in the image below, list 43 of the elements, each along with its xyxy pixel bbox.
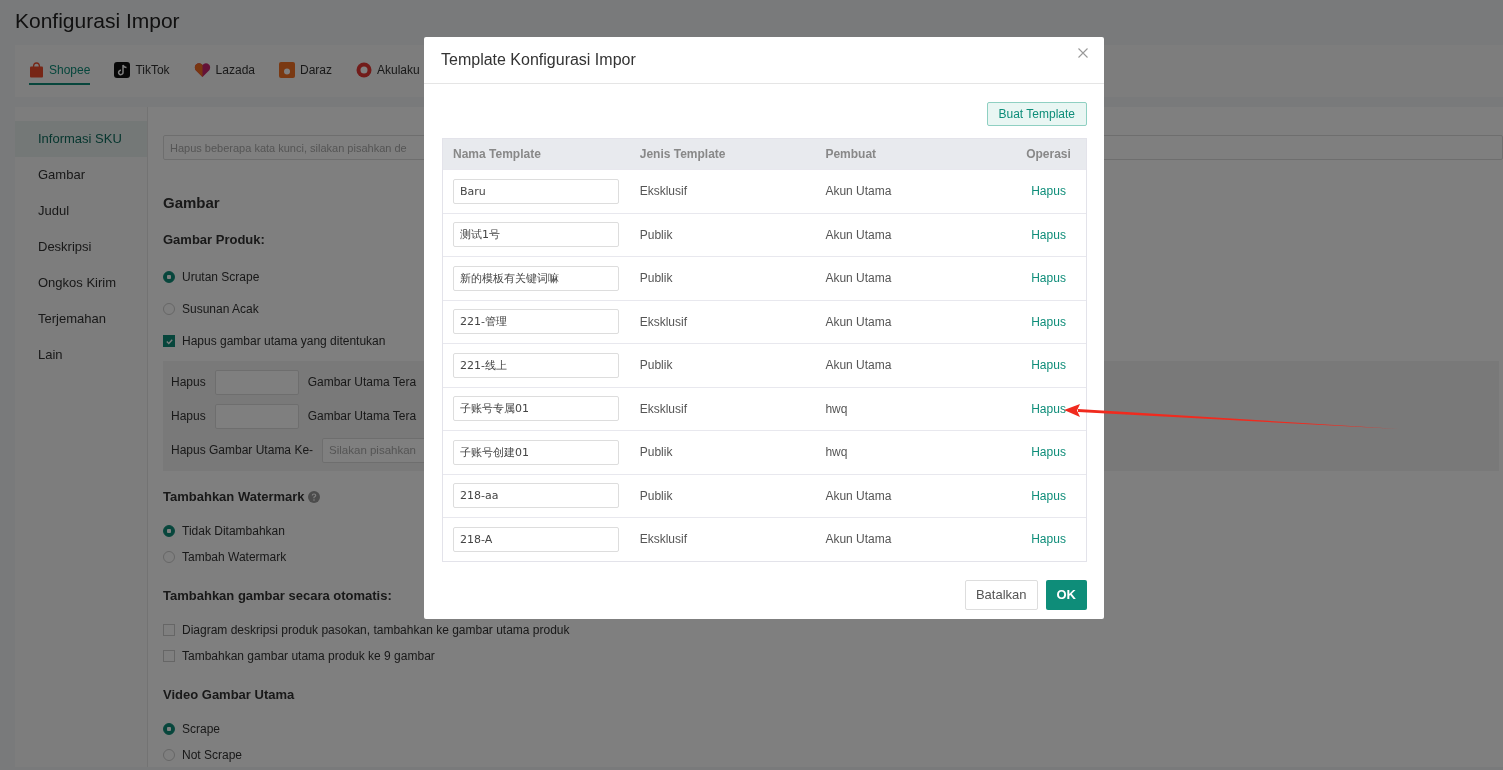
table-cell-text: hwq [825, 445, 849, 460]
option-label: Urutan Scrape [182, 270, 260, 284]
field-label: Gambar Utama Tera [307, 409, 417, 423]
option-label: Scrape [182, 722, 221, 736]
table-cell-text: Akun Utama [825, 314, 893, 329]
option-label: Diagram deskripsi produk pasokan, tambahkan ke gambar utama produk [182, 623, 570, 637]
column-header: Pembuat [825, 147, 878, 161]
field-label: Hapus [171, 375, 206, 389]
option-label: Susunan Acak [182, 302, 259, 316]
table-cell-text: Akun Utama [825, 488, 893, 503]
table-cell-text: Akun Utama [825, 227, 893, 242]
field-label: Hapus [171, 409, 206, 423]
field-label: Gambar Utama Tera [307, 375, 417, 389]
option-label: Tambah Watermark [182, 550, 287, 564]
section-title: Gambar [163, 194, 221, 213]
table-cell-text: Akun Utama [825, 184, 893, 199]
column-header: Operasi [1025, 147, 1072, 161]
table-cell-text: Akun Utama [825, 271, 893, 286]
table-cell-text: Eksklusif [639, 184, 689, 199]
column-header: Nama Template [452, 147, 542, 161]
option-label: Not Scrape [182, 748, 243, 762]
table-cell-text: Publik [639, 488, 674, 503]
field-label: Tambahkan gambar secara otomatis: [163, 588, 392, 604]
table-cell-text: Publik [639, 358, 674, 373]
field-label: Video Gambar Utama [163, 687, 295, 703]
field-label: Gambar Produk: [163, 232, 265, 248]
table-cell-text: Publik [639, 445, 674, 460]
table-cell-text: hwq [825, 401, 849, 416]
dialog-title: Template Konfigurasi Impor [441, 51, 636, 69]
option-label: Tambahkan gambar utama produk ke 9 gambar [182, 649, 435, 663]
table-cell-text: Eksklusif [639, 532, 689, 547]
table-cell-text: Akun Utama [825, 358, 893, 373]
table-cell-text: Eksklusif [639, 401, 689, 416]
page-title: Konfigurasi Impor [14, 8, 181, 34]
field-label: Hapus Gambar Utama Ke- [171, 443, 314, 457]
column-header: Jenis Template [639, 147, 727, 161]
option-label: Tidak Ditambahkan [182, 524, 285, 538]
table-cell-text: Akun Utama [825, 532, 893, 547]
field-label: Tambahkan Watermark [163, 489, 305, 505]
option-label: Hapus gambar utama yang ditentukan [182, 334, 386, 348]
table-cell-text: Publik [639, 227, 674, 242]
table-cell-text: Eksklusif [639, 314, 689, 329]
table-cell-text: Publik [639, 271, 674, 286]
